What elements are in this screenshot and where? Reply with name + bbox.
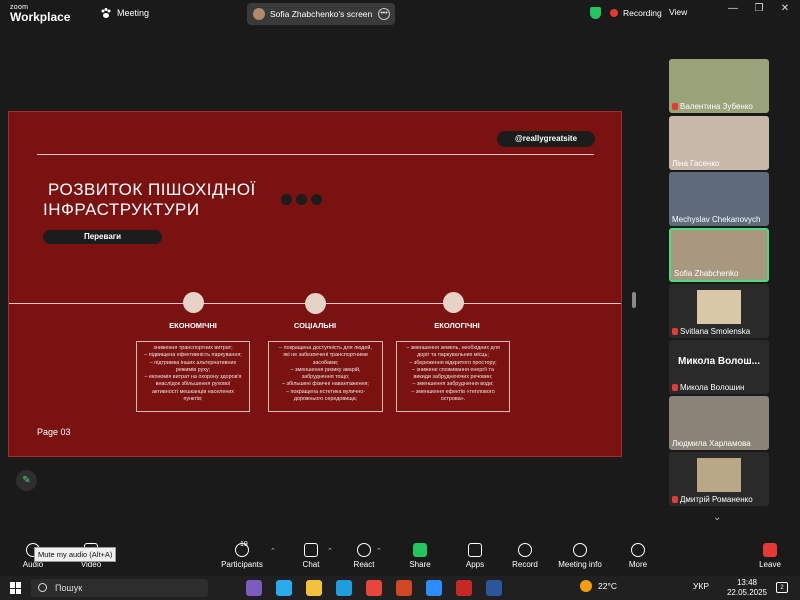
taskbar-apps bbox=[246, 580, 502, 596]
more-button[interactable]: More bbox=[623, 543, 653, 569]
notifications-icon[interactable]: 2 bbox=[776, 582, 788, 593]
shared-slide: @reallygreatsite РОЗВИТОК ПІШОХІДНОЇ ІНФ… bbox=[8, 111, 622, 457]
zoom-logo: zoom Workplace bbox=[10, 4, 71, 24]
chrome-browser-icon[interactable] bbox=[366, 580, 382, 596]
mic-muted-icon bbox=[672, 384, 678, 391]
column-title-ecological: ЕКОЛОГІЧНІ bbox=[434, 321, 480, 330]
timeline-node bbox=[183, 292, 204, 313]
record-dot-icon bbox=[610, 9, 618, 17]
apps-icon bbox=[468, 543, 482, 557]
more-icon bbox=[631, 543, 645, 557]
screen-share-indicator[interactable]: Sofia Zhabchenko's screen ••• bbox=[247, 3, 395, 25]
paw-icon bbox=[101, 8, 111, 18]
windows-taskbar: Пошук 22°C УКР 13:48 22.05.2025 2 bbox=[0, 576, 800, 600]
pdf-reader-icon[interactable] bbox=[456, 580, 472, 596]
recording-indicator[interactable]: Recording bbox=[590, 7, 662, 19]
mic-muted-icon bbox=[672, 103, 678, 110]
record-icon bbox=[518, 543, 532, 557]
maximize-button[interactable]: ❐ bbox=[746, 3, 772, 14]
temperature: 22°C bbox=[598, 581, 617, 591]
panel-resize-handle[interactable] bbox=[632, 292, 636, 308]
column-box-ecological: – зменшення земель, необхідних для доріг … bbox=[396, 341, 510, 412]
slide-title: РОЗВИТОК ПІШОХІДНОЇ ІНФРАСТРУКТУРИ bbox=[43, 180, 256, 219]
minimize-button[interactable]: — bbox=[720, 3, 746, 14]
windows-start-icon[interactable] bbox=[10, 582, 22, 594]
react-button[interactable]: React bbox=[350, 543, 378, 569]
viber-app-icon[interactable] bbox=[246, 580, 262, 596]
column-box-social: – покращена доступність для людей, які не… bbox=[268, 341, 383, 412]
telegram-app-icon[interactable] bbox=[276, 580, 292, 596]
shield-icon bbox=[590, 7, 601, 19]
top-divider bbox=[37, 154, 594, 155]
screen-share-label: Sofia Zhabchenko's screen bbox=[270, 9, 373, 19]
chat-button[interactable]: Chat bbox=[298, 543, 324, 569]
edge-browser-icon[interactable] bbox=[336, 580, 352, 596]
presenter-avatar bbox=[253, 8, 265, 20]
more-options-icon[interactable]: ••• bbox=[378, 8, 390, 20]
participants-button[interactable]: 19 Participants bbox=[218, 541, 266, 569]
window-controls: — ❐ ✕ bbox=[720, 3, 798, 14]
word-app-icon[interactable] bbox=[486, 580, 502, 596]
participant-tile[interactable]: Дмитрій Романенко bbox=[669, 452, 769, 506]
participants-count: 19 bbox=[240, 541, 248, 548]
leave-icon bbox=[763, 543, 777, 557]
powerpoint-app-icon[interactable] bbox=[396, 580, 412, 596]
page-number: Page 03 bbox=[37, 427, 71, 437]
participant-name-large: Микола Волош... bbox=[678, 356, 760, 367]
chevron-down-icon[interactable]: ⌄ bbox=[713, 512, 721, 523]
zoom-window: zoom Workplace Meeting Sofia Zhabchenko'… bbox=[0, 0, 800, 600]
record-button[interactable]: Record bbox=[508, 543, 542, 569]
participant-tile[interactable]: Людмила Харламова bbox=[669, 396, 769, 450]
column-title-economic: ЕКОНОМІЧНІ bbox=[169, 321, 217, 330]
participant-tile[interactable]: Svitlana Smolenska bbox=[669, 284, 769, 338]
meeting-toolbar: Audio Video 19 Participants ⌃ Chat ⌃ Rea… bbox=[0, 540, 800, 574]
heart-icon bbox=[357, 543, 371, 557]
column-box-economic: зниження транспортних витрат; – підвищена… bbox=[136, 341, 250, 412]
zoom-app-icon[interactable] bbox=[426, 580, 442, 596]
mic-muted-icon bbox=[672, 328, 678, 335]
annotate-pencil-icon[interactable]: ✎ bbox=[16, 470, 37, 491]
participant-tile[interactable]: Микола Волош... Микола Волошин bbox=[669, 340, 769, 394]
info-icon bbox=[573, 543, 587, 557]
site-handle: @reallygreatsite bbox=[497, 131, 595, 147]
close-button[interactable]: ✕ bbox=[772, 3, 798, 14]
column-title-social: СОЦІАЛЬНІ bbox=[293, 321, 337, 330]
participant-photo bbox=[697, 458, 741, 492]
apps-button[interactable]: Apps bbox=[460, 543, 490, 569]
share-screen-icon bbox=[413, 543, 427, 557]
recording-label: Recording bbox=[623, 8, 662, 18]
top-bar: zoom Workplace Meeting Sofia Zhabchenko'… bbox=[0, 0, 800, 28]
decorative-dots bbox=[281, 194, 322, 205]
participant-tile[interactable]: Валентина Зубенко bbox=[669, 59, 769, 113]
participant-tile[interactable]: Ліна Гасенко bbox=[669, 116, 769, 170]
chat-bubble-icon bbox=[304, 543, 318, 557]
leave-button[interactable]: Leave bbox=[755, 543, 785, 569]
advantages-badge: Переваги bbox=[43, 230, 162, 244]
share-button[interactable]: Share bbox=[405, 543, 435, 569]
mic-muted-icon bbox=[672, 496, 678, 503]
audio-tooltip: Mute my audio (Alt+A) bbox=[34, 547, 117, 562]
meeting-info-button[interactable]: Meeting info bbox=[556, 543, 604, 569]
timeline-node bbox=[305, 293, 326, 314]
taskbar-clock[interactable]: 13:48 22.05.2025 bbox=[722, 578, 772, 598]
search-icon bbox=[38, 583, 47, 592]
meeting-button[interactable]: Meeting bbox=[100, 7, 149, 19]
participant-tile-active[interactable]: Sofia Zhabchenko bbox=[669, 228, 769, 282]
weather-icon[interactable] bbox=[580, 580, 592, 592]
system-tray: 22°C УКР bbox=[580, 580, 709, 592]
file-explorer-icon[interactable] bbox=[306, 580, 322, 596]
taskbar-search[interactable]: Пошук bbox=[31, 579, 208, 597]
participant-photo bbox=[697, 290, 741, 324]
participant-tile[interactable]: Mechyslav Chekanovych bbox=[669, 172, 769, 226]
language-indicator[interactable]: УКР bbox=[693, 581, 709, 591]
timeline-node bbox=[443, 292, 464, 313]
view-button[interactable]: View bbox=[669, 7, 687, 17]
meeting-label: Meeting bbox=[117, 8, 150, 18]
